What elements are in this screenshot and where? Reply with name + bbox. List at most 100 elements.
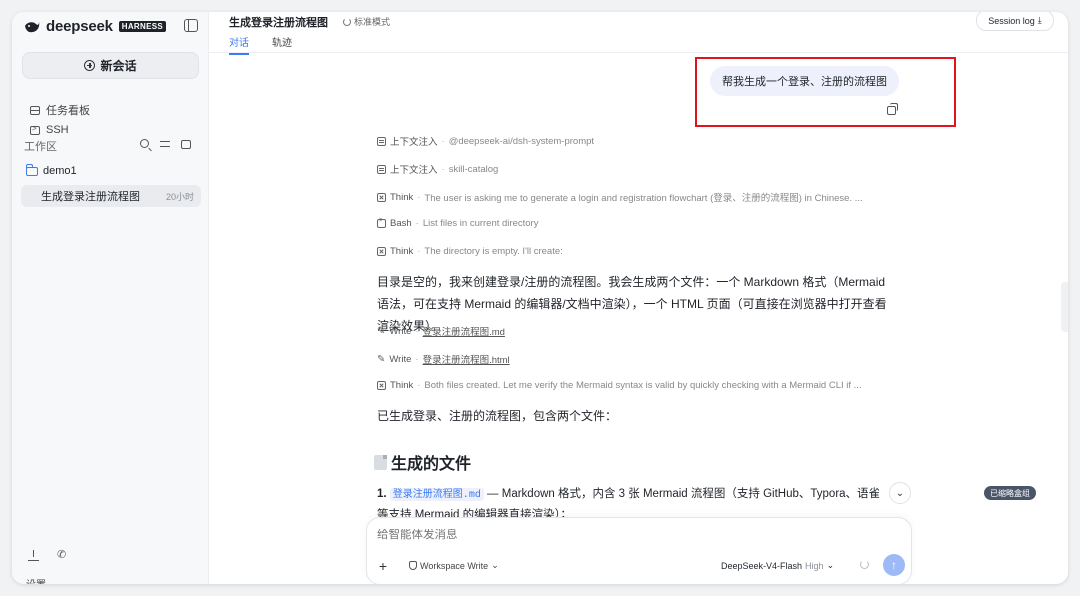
- folder-icon: [26, 163, 38, 176]
- brand[interactable]: deepseek HARNESS: [24, 18, 166, 35]
- tab-chat[interactable]: 对话: [229, 34, 249, 55]
- step-kind: Write: [389, 325, 412, 337]
- filter-icon[interactable]: [159, 138, 171, 150]
- step-detail: The user is asking me to generate a logi…: [424, 193, 863, 204]
- step-think[interactable]: Think · The user is asking me to generat…: [377, 190, 863, 204]
- pencil-icon: ✎: [377, 325, 386, 337]
- step-context-inject[interactable]: 上下文注入 · @deepseek-ai/dsh-system-prompt: [377, 134, 594, 148]
- top-bar: 生成登录注册流程图 标准模式 对话 轨迹 Session log ⤓: [209, 12, 1068, 55]
- session-log-button[interactable]: Session log ⤓: [976, 12, 1054, 31]
- separator-dot: ·: [415, 218, 419, 229]
- settings-link[interactable]: 设置: [26, 576, 46, 584]
- send-button[interactable]: ↑: [883, 554, 905, 576]
- step-detail: The directory is empty. I'll create:: [424, 246, 563, 257]
- loading-icon: [860, 560, 869, 569]
- list-number: 1.: [377, 488, 387, 500]
- download-icon: ⤓: [1037, 15, 1042, 25]
- think-icon: [377, 381, 386, 390]
- session-log-label: Session log: [988, 15, 1035, 26]
- step-write[interactable]: ✎ Write · 登录注册流程图.md: [377, 324, 505, 339]
- separator-dot: ·: [417, 380, 421, 391]
- step-kind: Think: [390, 191, 414, 203]
- section-heading: 生成的文件: [374, 450, 471, 474]
- chevron-down-icon: ⌄: [491, 560, 499, 570]
- sidebar-bottom-tools: ✆: [28, 550, 66, 561]
- new-folder-icon[interactable]: [181, 140, 191, 149]
- think-icon: [377, 247, 386, 256]
- sidebar: deepseek HARNESS 新会话 任务看板 SSH 工作区 demo1 …: [12, 12, 209, 584]
- context-icon: [377, 136, 386, 146]
- sidebar-item-label: SSH: [46, 124, 69, 136]
- session-item[interactable]: 生成登录注册流程图 20小时: [21, 185, 201, 207]
- new-chat-button[interactable]: 新会话: [22, 52, 199, 79]
- step-kind: 上下文注入: [390, 165, 438, 176]
- step-kind: 上下文注入: [390, 137, 438, 148]
- session-time: 20小时: [165, 191, 194, 202]
- sidebar-item-label: 任务看板: [46, 105, 90, 117]
- folder-label: demo1: [43, 165, 77, 177]
- step-context-inject[interactable]: 上下文注入 · skill-catalog: [377, 162, 498, 176]
- file-link[interactable]: 登录注册流程图.html: [423, 352, 510, 366]
- tab-trace[interactable]: 轨迹: [272, 34, 292, 49]
- sidebar-item-task-board[interactable]: 任务看板: [30, 102, 90, 118]
- page-title: 生成登录注册流程图: [229, 17, 328, 29]
- separator-dot: ·: [417, 246, 421, 257]
- board-icon: [30, 105, 40, 115]
- step-think[interactable]: Think · The directory is empty. I'll cre…: [377, 246, 563, 257]
- step-bash[interactable]: Bash · List files in current directory: [377, 217, 539, 229]
- sidebar-toggle-icon[interactable]: [184, 19, 198, 32]
- separator-dot: ·: [415, 353, 419, 365]
- session-title: 生成登录注册流程图: [41, 191, 140, 203]
- right-panel-handle[interactable]: [1061, 282, 1068, 332]
- download-icon[interactable]: [28, 550, 39, 561]
- whale-logo-icon: [25, 21, 40, 32]
- workspace-write-label: Workspace Write: [420, 560, 489, 571]
- scroll-down-button[interactable]: ⌄: [889, 482, 911, 504]
- separator-dot: ·: [441, 163, 445, 175]
- chevron-down-icon: ⌄: [895, 487, 905, 499]
- separator-dot: ·: [417, 191, 421, 203]
- app-window: deepseek HARNESS 新会话 任务看板 SSH 工作区 demo1 …: [12, 12, 1068, 584]
- sidebar-item-ssh[interactable]: SSH: [30, 124, 69, 136]
- composer: + Workspace Write ⌄ DeepSeek-V4-Flash Hi…: [366, 517, 912, 584]
- add-attachment-button[interactable]: +: [374, 557, 392, 575]
- workspace-tools: [140, 138, 191, 150]
- workspace-label: 工作区: [24, 141, 57, 153]
- step-detail: @deepseek-ai/dsh-system-prompt: [448, 135, 595, 147]
- think-icon: [377, 192, 386, 202]
- pencil-icon: ✎: [377, 353, 386, 365]
- mode-label: 标准模式: [354, 17, 391, 27]
- step-kind: Write: [389, 353, 412, 365]
- model-name: DeepSeek-V4-Flash: [721, 560, 803, 571]
- model-selector[interactable]: DeepSeek-V4-Flash High ⌄: [721, 560, 834, 571]
- file-link[interactable]: 登录注册流程图.md: [423, 324, 505, 338]
- document-icon: [374, 454, 387, 470]
- step-kind: Bash: [390, 218, 412, 229]
- mode-indicator[interactable]: 标准模式: [343, 15, 390, 28]
- mode-icon: [343, 17, 351, 26]
- brand-badge: HARNESS: [118, 21, 166, 32]
- step-detail: skill-catalog: [448, 163, 499, 175]
- step-kind: Think: [390, 380, 414, 391]
- step-think[interactable]: Think · Both files created. Let me verif…: [377, 380, 862, 391]
- terminal-icon: [377, 217, 386, 228]
- separator-dot: ·: [441, 135, 445, 147]
- chevron-down-icon: ⌄: [826, 560, 835, 570]
- separator-dot: ·: [415, 325, 419, 337]
- workspace-write-selector[interactable]: Workspace Write ⌄: [409, 560, 499, 571]
- terminal-icon: [30, 124, 40, 135]
- step-write[interactable]: ✎ Write · 登录注册流程图.html: [377, 352, 510, 367]
- status-badge[interactable]: 已缩略盒组: [984, 486, 1036, 500]
- new-chat-label: 新会话: [100, 59, 137, 73]
- highlight-box: [695, 57, 956, 127]
- step-detail: Both files created. Let me verify the Me…: [424, 380, 862, 391]
- search-icon[interactable]: [140, 139, 149, 148]
- phone-icon[interactable]: ✆: [57, 550, 66, 561]
- model-level: High: [805, 560, 824, 571]
- plus-circle-icon: [84, 60, 96, 71]
- step-kind: Think: [390, 246, 414, 257]
- arrow-up-icon: ↑: [891, 558, 897, 572]
- step-detail: List files in current directory: [422, 218, 539, 229]
- message-input[interactable]: [377, 529, 877, 541]
- folder-demo1[interactable]: demo1: [26, 163, 77, 177]
